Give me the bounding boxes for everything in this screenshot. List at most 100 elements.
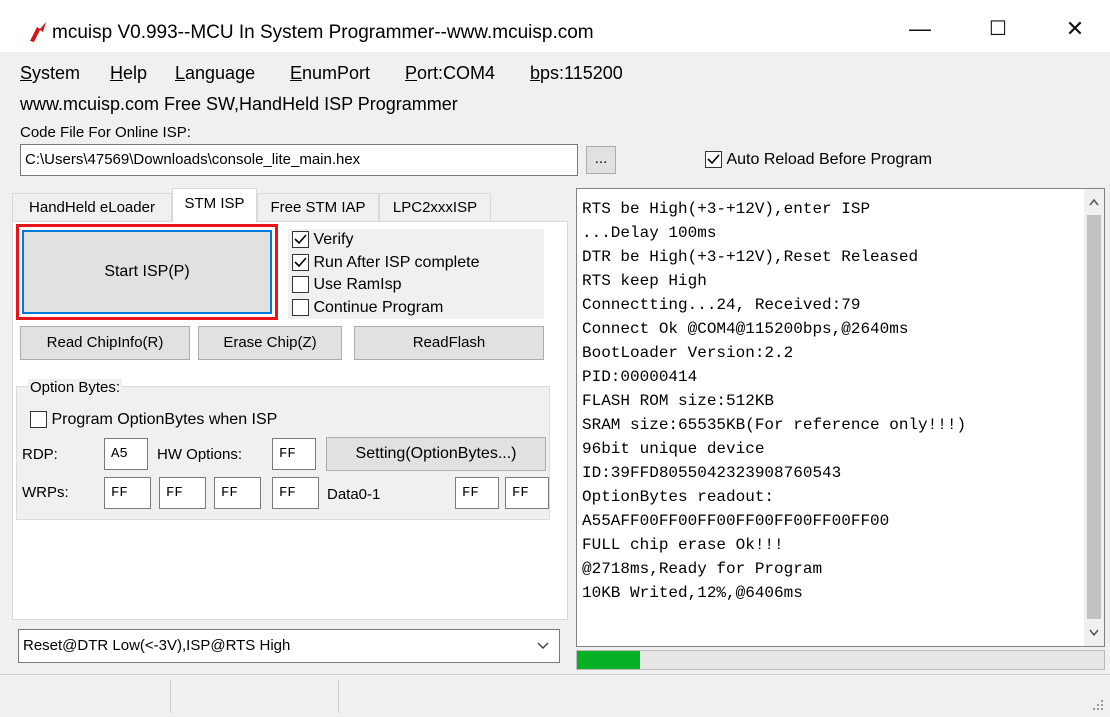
- log-line: Connectting...24, Received:79: [582, 296, 861, 314]
- scrollbar-thumb[interactable]: [1087, 215, 1101, 619]
- unchecked-box-icon: [30, 411, 47, 429]
- rdp-input[interactable]: A5: [104, 438, 148, 470]
- menu-help-rest: elp: [123, 63, 148, 83]
- verify-label: Verify: [313, 231, 354, 248]
- log-line: SRAM size:65535KB(For reference only!!!): [582, 416, 967, 434]
- status-divider: [338, 679, 339, 713]
- start-isp-button[interactable]: Start ISP(P): [22, 230, 272, 314]
- menu-enumport[interactable]: EnumPort: [290, 58, 370, 88]
- menu-help-accel: H: [110, 63, 123, 83]
- code-file-path-input[interactable]: C:\Users\47569\Downloads\console_lite_ma…: [20, 144, 578, 176]
- run-after-isp-checkbox[interactable]: Run After ISP complete: [292, 254, 479, 272]
- log-line: 96bit unique device: [582, 440, 765, 458]
- site-banner: www.mcuisp.com Free SW,HandHeld ISP Prog…: [20, 94, 458, 114]
- progress-fill: [577, 651, 641, 669]
- status-bar: [0, 674, 1110, 717]
- data1-input[interactable]: FF: [505, 477, 549, 509]
- log-line: PID:00000414: [582, 368, 698, 386]
- menu-language-rest: anguage: [185, 63, 256, 83]
- window-title: mcuisp V0.993--MCU In System Programmer-…: [52, 22, 594, 43]
- log-line: 10KB Writed,12%,@6406ms: [582, 584, 803, 602]
- menu-help[interactable]: Help: [110, 58, 147, 88]
- use-ramisp-label: Use RamIsp: [313, 276, 402, 293]
- check-icon: [292, 231, 309, 249]
- chevron-down-icon[interactable]: [1089, 629, 1099, 636]
- menu-system-rest: ystem: [32, 63, 81, 83]
- wrp1-input[interactable]: FF: [159, 477, 206, 509]
- menu-language[interactable]: Language: [175, 58, 255, 88]
- data0-input[interactable]: FF: [455, 477, 499, 509]
- tab-free-stm-iap[interactable]: Free STM IAP: [257, 193, 379, 221]
- log-line: A55AFF00FF00FF00FF00FF00FF00FF00: [582, 512, 890, 530]
- auto-reload-label: Auto Reload Before Program: [726, 151, 932, 168]
- wrp2-input[interactable]: FF: [214, 477, 261, 509]
- menu-bps[interactable]: bps:115200: [530, 58, 623, 88]
- log-line: RTS be High(+3-+12V),enter ISP: [582, 200, 871, 218]
- log-line: @2718ms,Ready for Program: [582, 560, 823, 578]
- progress-bar: [576, 650, 1105, 670]
- continue-program-checkbox[interactable]: Continue Program: [292, 299, 443, 317]
- tab-handheld-eloader[interactable]: HandHeld eLoader: [12, 193, 172, 221]
- minimize-button[interactable]: —: [897, 6, 943, 52]
- auto-reload-checkbox[interactable]: Auto Reload Before Program: [705, 151, 932, 169]
- run-after-isp-label: Run After ISP complete: [313, 254, 480, 271]
- menu-bps-accel: b: [530, 63, 541, 83]
- chevron-down-icon: [537, 642, 549, 650]
- log-line: RTS keep High: [582, 272, 707, 290]
- wrps-label: WRPs:: [22, 484, 69, 501]
- use-ramisp-checkbox[interactable]: Use RamIsp: [292, 276, 401, 294]
- reset-mode-select[interactable]: Reset@DTR Low(<-3V),ISP@RTS High: [18, 629, 560, 663]
- log-line: FULL chip erase Ok!!!: [582, 536, 784, 554]
- title-bar: mcuisp V0.993--MCU In System Programmer-…: [0, 0, 1110, 52]
- tab-lpc2xxxisp[interactable]: LPC2xxxISP: [379, 193, 491, 221]
- log-line: BootLoader Version:2.2: [582, 344, 794, 362]
- log-line: ID:39FFD8055042323908760543: [582, 464, 842, 482]
- unchecked-box-icon: [292, 299, 309, 317]
- log-line: DTR be High(+3-+12V),Reset Released: [582, 248, 919, 266]
- log-line: Connect Ok @COM4@115200bps,@2640ms: [582, 320, 909, 338]
- resize-grip-icon[interactable]: [1092, 699, 1104, 711]
- setting-optionbytes-button[interactable]: Setting(OptionBytes...): [326, 437, 546, 471]
- read-chipinfo-button[interactable]: Read ChipInfo(R): [20, 326, 190, 360]
- menu-language-accel: L: [175, 63, 186, 83]
- menu-bar: System Help Language EnumPort Port:COM4 …: [0, 58, 1110, 88]
- menu-port[interactable]: Port:COM4: [405, 58, 495, 88]
- erase-chip-button[interactable]: Erase Chip(Z): [198, 326, 342, 360]
- log-line: FLASH ROM size:512KB: [582, 392, 775, 410]
- wrp0-input[interactable]: FF: [104, 477, 151, 509]
- menu-system-accel: S: [20, 63, 33, 83]
- tab-stm-isp[interactable]: STM ISP: [172, 188, 257, 222]
- menu-enumport-rest: numPort: [302, 63, 371, 83]
- maximize-button[interactable]: ☐: [975, 6, 1021, 52]
- option-bytes-label: Option Bytes:: [28, 379, 123, 397]
- code-file-label: Code File For Online ISP:: [20, 124, 191, 141]
- menu-port-rest: ort:COM4: [417, 63, 496, 83]
- menu-system[interactable]: System: [20, 58, 80, 88]
- browse-button[interactable]: ...: [586, 146, 616, 174]
- chevron-up-icon[interactable]: [1089, 199, 1099, 206]
- check-icon: [705, 151, 722, 169]
- close-button[interactable]: ✕: [1052, 6, 1098, 52]
- log-output[interactable]: RTS be High(+3-+12V),enter ISP ...Delay …: [576, 188, 1105, 647]
- log-line: OptionBytes readout:: [582, 488, 775, 506]
- log-line: ...Delay 100ms: [582, 224, 717, 242]
- reset-mode-value: Reset@DTR Low(<-3V),ISP@RTS High: [23, 637, 291, 654]
- continue-program-label: Continue Program: [313, 299, 444, 316]
- wrp3-input[interactable]: FF: [272, 477, 319, 509]
- check-icon: [292, 254, 309, 272]
- data0-1-label: Data0-1: [327, 486, 381, 503]
- rdp-label: RDP:: [22, 446, 58, 463]
- verify-checkbox[interactable]: Verify: [292, 231, 353, 249]
- read-flash-button[interactable]: ReadFlash: [354, 326, 544, 360]
- menu-bps-rest: ps:115200: [540, 63, 623, 83]
- menu-port-accel: P: [405, 63, 418, 83]
- hw-options-label: HW Options:: [157, 446, 243, 463]
- program-optionbytes-checkbox[interactable]: Program OptionBytes when ISP: [30, 411, 277, 429]
- status-divider: [170, 679, 171, 713]
- log-scrollbar[interactable]: [1084, 189, 1104, 646]
- unchecked-box-icon: [292, 276, 309, 294]
- program-optionbytes-label: Program OptionBytes when ISP: [51, 411, 278, 428]
- app-icon: [30, 22, 46, 42]
- menu-enumport-accel: E: [290, 63, 303, 83]
- hw-options-input[interactable]: FF: [272, 438, 316, 470]
